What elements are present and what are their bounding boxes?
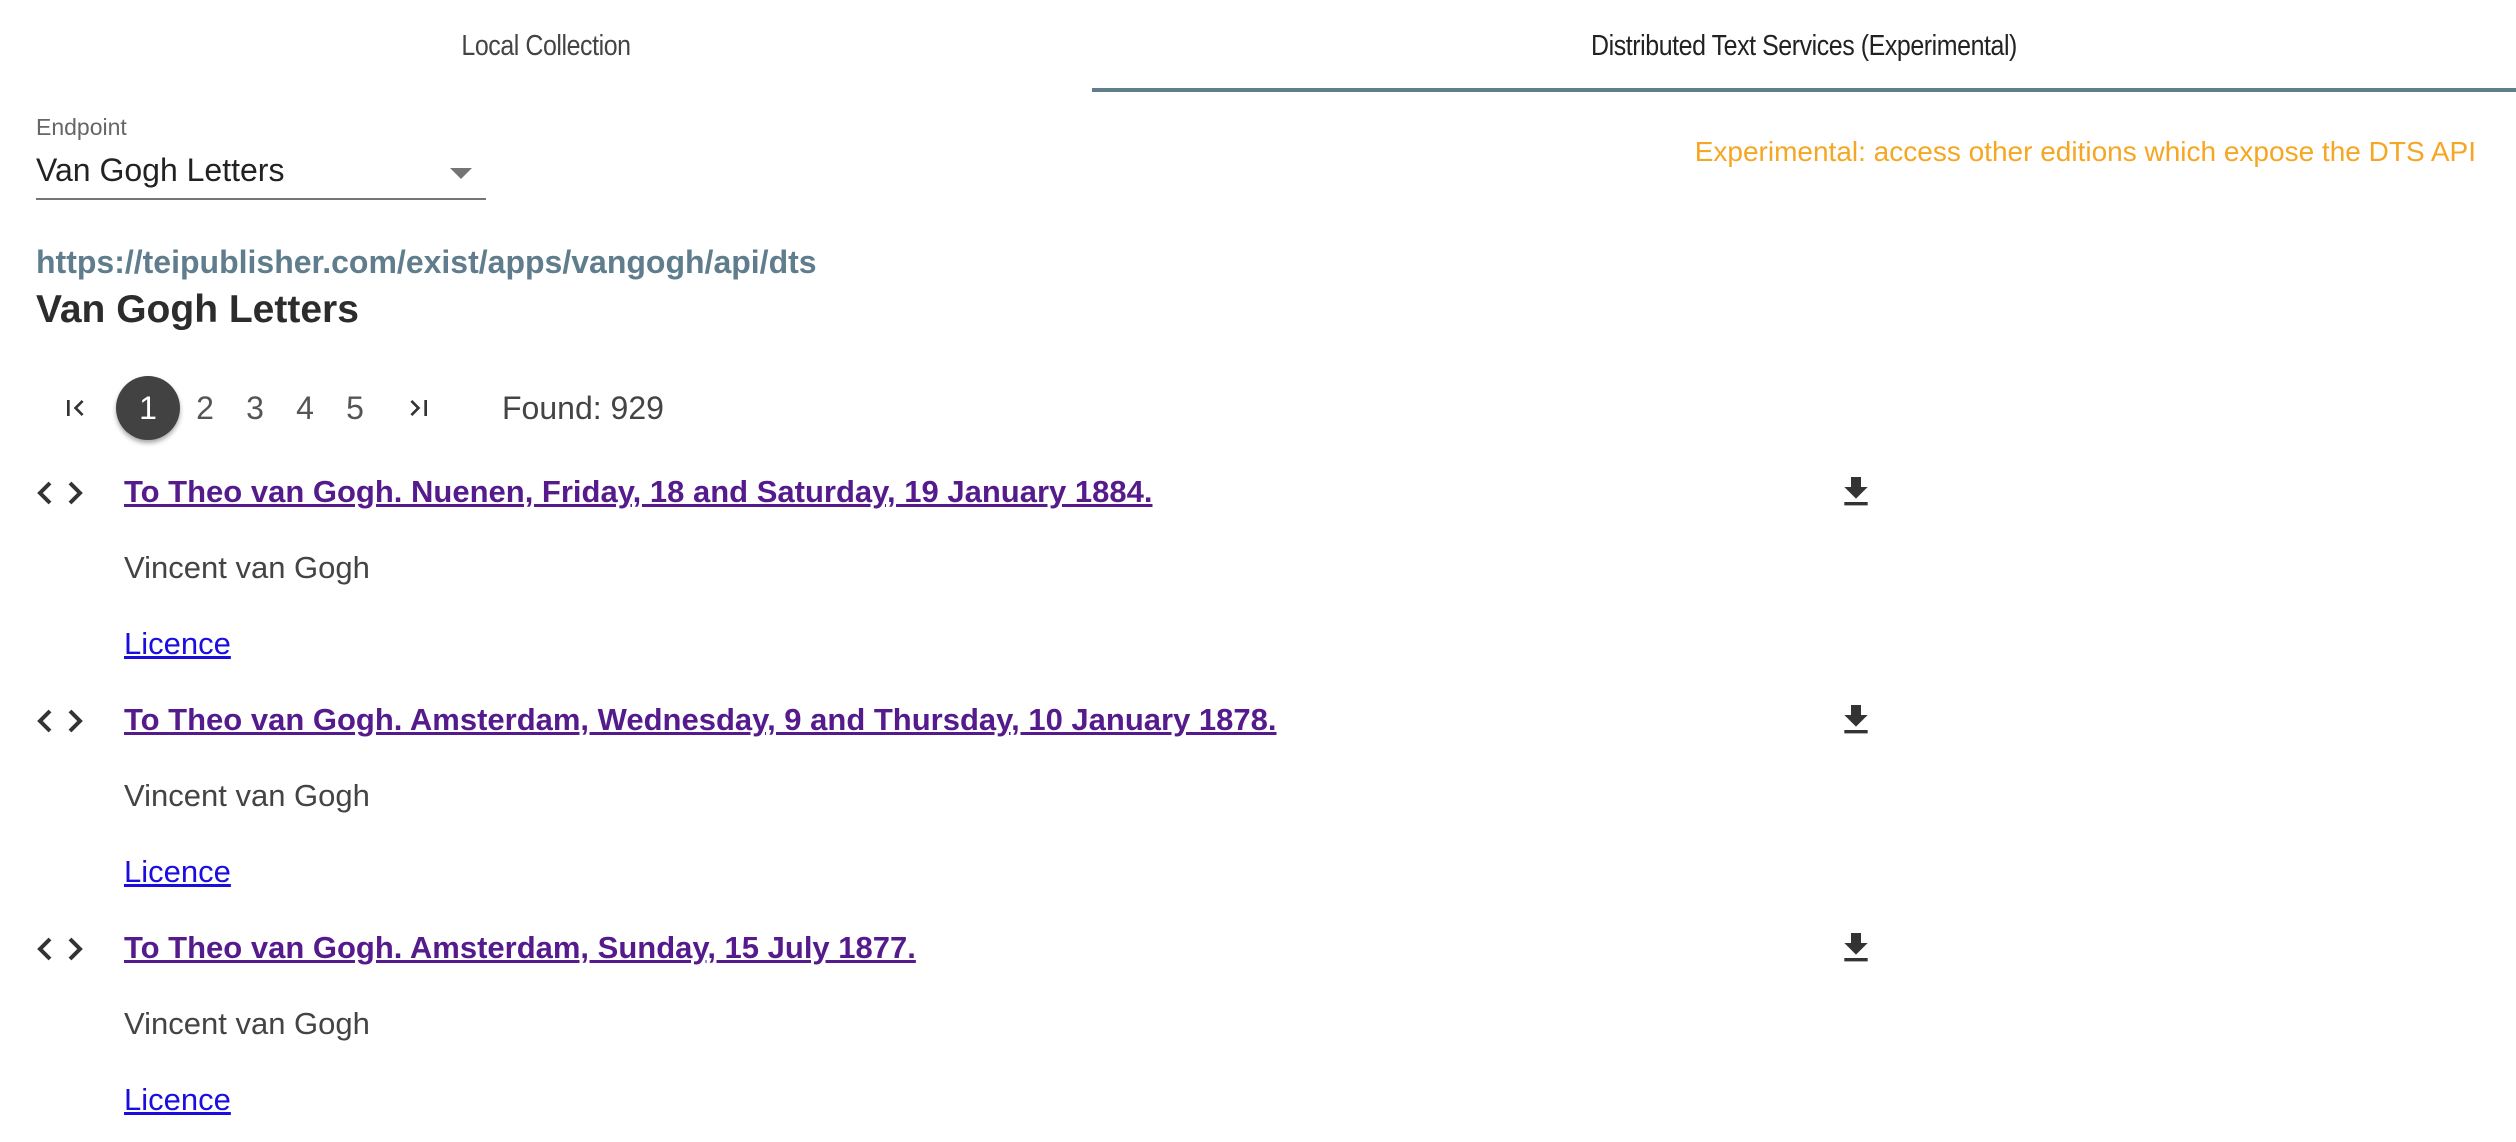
page-current[interactable]: 1 [116, 376, 180, 440]
endpoint-select[interactable]: Van Gogh Letters [36, 148, 486, 200]
list-item: To Theo van Gogh. Amsterdam, Sunday, 15 … [0, 914, 2516, 1142]
pagination: 1 2 3 4 5 Found: 929 [50, 376, 664, 440]
page-link[interactable]: 4 [280, 376, 330, 440]
tab-distributed-text-services[interactable]: Distributed Text Services (Experimental) [1192, 0, 2417, 92]
collection-title: Van Gogh Letters [36, 288, 359, 331]
download-icon[interactable] [1836, 700, 1876, 740]
first-page-icon[interactable] [50, 376, 100, 440]
experimental-note: Experimental: access other editions whic… [1694, 136, 2476, 167]
tab-local-collection[interactable]: Local Collection [76, 0, 1015, 92]
results-count: Found: 929 [502, 389, 664, 426]
endpoint-selected-value: Van Gogh Letters [36, 152, 285, 188]
page-link[interactable]: 2 [180, 376, 230, 440]
document-author: Vincent van Gogh [124, 550, 370, 585]
document-list: To Theo van Gogh. Nuenen, Friday, 18 and… [0, 458, 2516, 1142]
endpoint-label: Endpoint [36, 114, 127, 140]
code-icon[interactable] [36, 706, 84, 736]
document-author: Vincent van Gogh [124, 778, 370, 813]
download-icon[interactable] [1836, 472, 1876, 512]
document-title-link[interactable]: To Theo van Gogh. Amsterdam, Sunday, 15 … [124, 930, 916, 966]
document-title-link[interactable]: To Theo van Gogh. Nuenen, Friday, 18 and… [124, 474, 1152, 510]
page-link[interactable]: 5 [330, 376, 380, 440]
code-icon[interactable] [36, 478, 84, 508]
list-item: To Theo van Gogh. Amsterdam, Wednesday, … [0, 686, 2516, 914]
code-icon[interactable] [36, 934, 84, 964]
document-author: Vincent van Gogh [124, 1006, 370, 1041]
last-page-icon[interactable] [394, 376, 444, 440]
download-icon[interactable] [1836, 928, 1876, 968]
dropdown-caret-icon [450, 168, 472, 179]
licence-link[interactable]: Licence [124, 626, 231, 662]
licence-link[interactable]: Licence [124, 854, 231, 890]
endpoint-url: https://teipublisher.com/exist/apps/vang… [36, 244, 817, 280]
page-link[interactable]: 3 [230, 376, 280, 440]
list-item: To Theo van Gogh. Nuenen, Friday, 18 and… [0, 458, 2516, 686]
tab-bar: Local Collection Distributed Text Servic… [0, 0, 2516, 92]
document-title-link[interactable]: To Theo van Gogh. Amsterdam, Wednesday, … [124, 702, 1277, 738]
licence-link[interactable]: Licence [124, 1082, 231, 1118]
active-tab-indicator [1092, 88, 2516, 92]
